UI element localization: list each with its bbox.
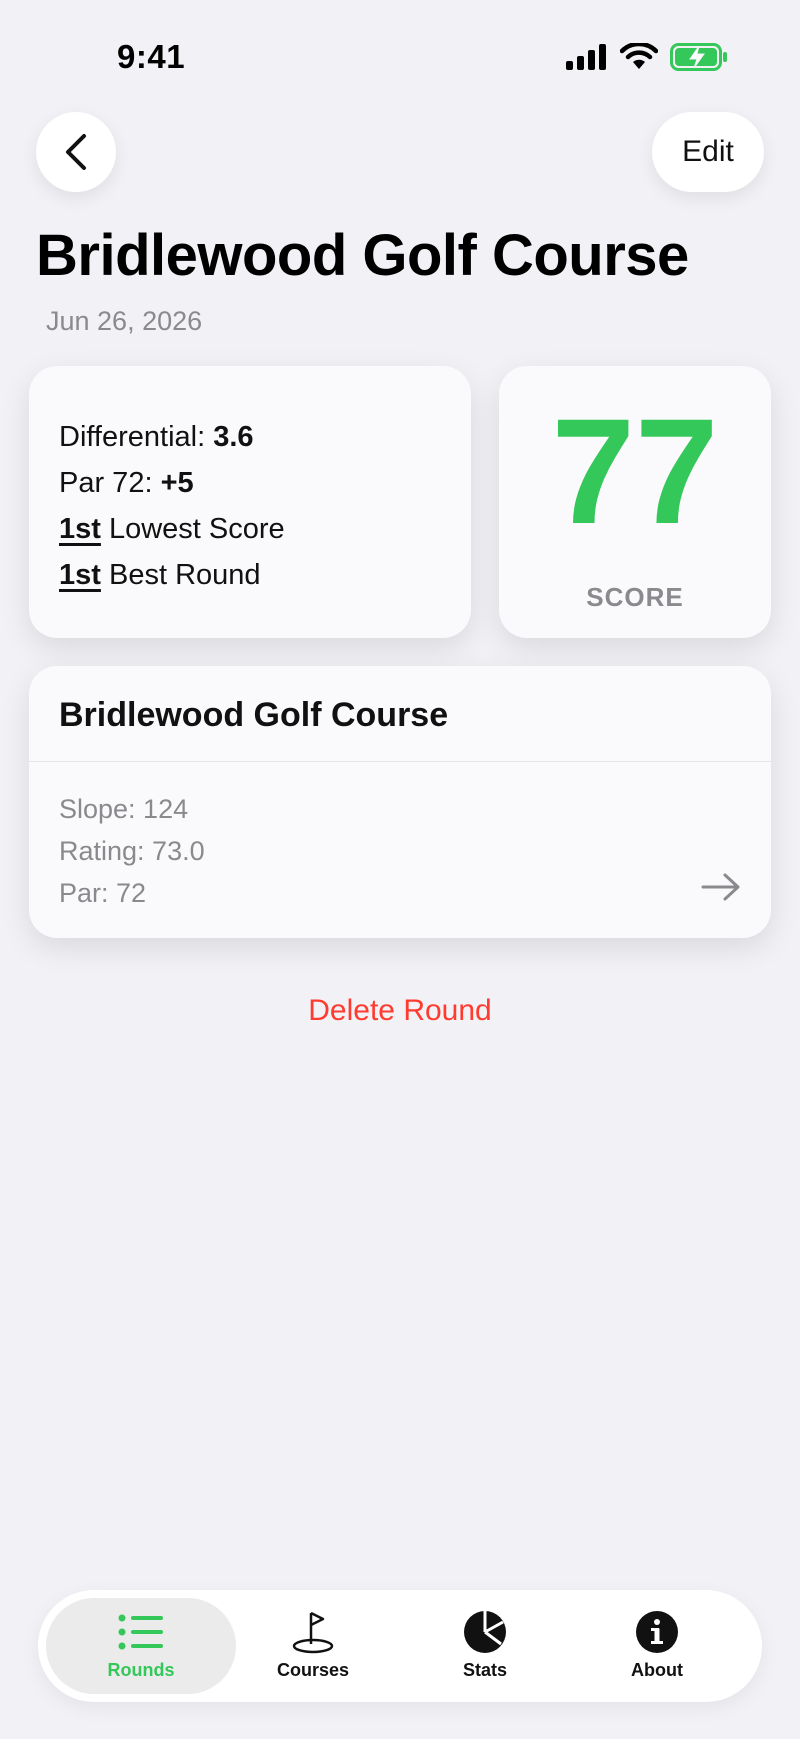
- list-icon: [118, 1610, 164, 1654]
- arrow-right-icon[interactable]: [701, 872, 741, 902]
- pie-chart-icon: [463, 1610, 507, 1654]
- battery-charging-icon: [670, 43, 727, 71]
- best-round-stat: 1st Best Round: [59, 552, 441, 598]
- par-value: +5: [160, 467, 194, 499]
- flag-icon: [291, 1610, 335, 1654]
- score-card: 77 SCORE: [499, 366, 771, 638]
- tab-courses-label: Courses: [276, 1660, 350, 1680]
- chevron-left-icon: [66, 134, 86, 170]
- wifi-icon: [620, 43, 658, 69]
- par-stat: Par 72: +5: [59, 460, 441, 506]
- page-title: Bridlewood Golf Course: [36, 223, 689, 288]
- differential-label: Differential:: [59, 421, 214, 453]
- lowest-score-stat: 1st Lowest Score: [59, 506, 441, 552]
- round-date: Jun 26, 2026: [46, 306, 203, 336]
- differential-value: 3.6: [213, 421, 254, 453]
- tab-about-label: About: [631, 1660, 683, 1680]
- round-stats-card: Differential: 3.6 Par 72: +5 1st Lowest …: [29, 366, 471, 638]
- tab-stats-label: Stats: [462, 1660, 507, 1680]
- course-details: Slope: 124 Rating: 73.0 Par: 72: [59, 788, 205, 914]
- course-name: Bridlewood Golf Course: [59, 696, 449, 734]
- course-rating: Rating: 73.0: [59, 836, 205, 866]
- tab-about[interactable]: About: [562, 1598, 752, 1694]
- back-button[interactable]: [36, 112, 116, 192]
- course-slope: Slope: 124: [59, 794, 189, 824]
- best-round-rank: 1st: [59, 559, 101, 591]
- status-time: 9:41: [117, 38, 186, 75]
- cellular-signal-icon: [566, 44, 606, 70]
- lowest-score-text: Lowest Score: [100, 513, 285, 545]
- differential-stat: Differential: 3.6: [59, 414, 441, 460]
- info-icon: [635, 1610, 679, 1654]
- score-value: 77: [551, 387, 719, 555]
- edit-button[interactable]: Edit: [652, 112, 764, 192]
- course-divider: [29, 761, 771, 762]
- tab-rounds-label: Rounds: [107, 1660, 175, 1680]
- status-icons: [566, 42, 728, 72]
- best-round-text: Best Round: [100, 559, 261, 591]
- tab-bar: Rounds Courses Stats About: [38, 1590, 762, 1702]
- par-label: Par 72:: [59, 467, 161, 499]
- delete-round-button[interactable]: Delete Round: [0, 994, 800, 1028]
- course-card[interactable]: Bridlewood Golf Course Slope: 124 Rating…: [29, 666, 771, 938]
- round-detail-screen: 9:41 Edit Bridlewood Golf Course Jun 26,…: [0, 0, 800, 1739]
- tab-rounds[interactable]: Rounds: [46, 1598, 236, 1694]
- tab-courses[interactable]: Courses: [218, 1598, 408, 1694]
- lowest-score-rank: 1st: [59, 513, 101, 545]
- course-par: Par: 72: [59, 878, 147, 908]
- tab-stats[interactable]: Stats: [390, 1598, 580, 1694]
- score-label: SCORE: [586, 582, 684, 612]
